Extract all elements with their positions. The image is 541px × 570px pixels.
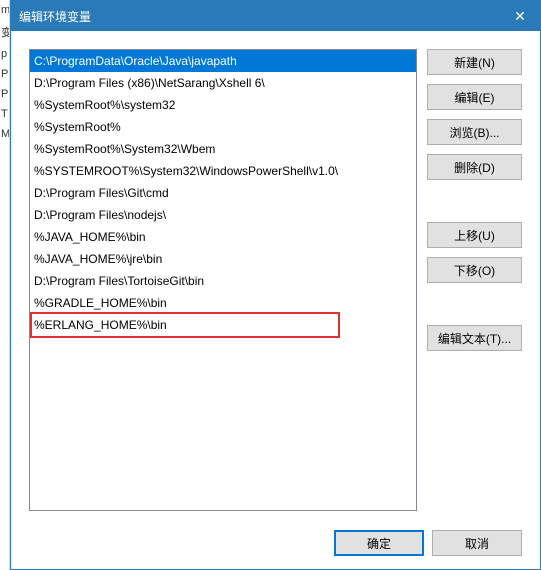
path-listbox[interactable]: C:\ProgramData\Oracle\Java\javapath D:\P… — [29, 49, 417, 511]
delete-button[interactable]: 删除(D) — [427, 154, 522, 180]
move-up-button[interactable]: 上移(U) — [427, 222, 522, 248]
list-item[interactable]: D:\Program Files\TortoiseGit\bin — [30, 270, 416, 292]
dialog-footer: 确定 取消 — [11, 529, 540, 569]
list-item[interactable]: D:\Program Files\Git\cmd — [30, 182, 416, 204]
list-item[interactable]: %ERLANG_HOME%\bin — [30, 314, 416, 336]
browse-button[interactable]: 浏览(B)... — [427, 119, 522, 145]
titlebar: 编辑环境变量 ✕ — [11, 1, 540, 31]
dialog-content: C:\ProgramData\Oracle\Java\javapath D:\P… — [11, 31, 540, 529]
close-button[interactable]: ✕ — [500, 1, 540, 31]
spacer — [427, 189, 522, 213]
list-item[interactable]: %JAVA_HOME%\bin — [30, 226, 416, 248]
list-item[interactable]: %SYSTEMROOT%\System32\WindowsPowerShell\… — [30, 160, 416, 182]
side-button-panel: 新建(N) 编辑(E) 浏览(B)... 删除(D) 上移(U) 下移(O) 编… — [427, 49, 522, 511]
list-item[interactable]: D:\Program Files\nodejs\ — [30, 204, 416, 226]
window-title: 编辑环境变量 — [19, 8, 500, 25]
ok-button[interactable]: 确定 — [334, 530, 424, 556]
edit-text-button[interactable]: 编辑文本(T)... — [427, 325, 522, 351]
list-item[interactable]: %GRADLE_HOME%\bin — [30, 292, 416, 314]
background-window-fragments: m 变 p P P T M — [0, 0, 10, 570]
edit-button[interactable]: 编辑(E) — [427, 84, 522, 110]
list-item[interactable]: D:\Program Files (x86)\NetSarang\Xshell … — [30, 72, 416, 94]
move-down-button[interactable]: 下移(O) — [427, 257, 522, 283]
close-icon: ✕ — [514, 8, 526, 25]
list-item[interactable]: C:\ProgramData\Oracle\Java\javapath — [30, 50, 416, 72]
list-item[interactable]: %SystemRoot% — [30, 116, 416, 138]
spacer — [427, 292, 522, 316]
edit-environment-variable-dialog: 编辑环境变量 ✕ C:\ProgramData\Oracle\Java\java… — [10, 0, 541, 570]
list-item[interactable]: %JAVA_HOME%\jre\bin — [30, 248, 416, 270]
new-button[interactable]: 新建(N) — [427, 49, 522, 75]
cancel-button[interactable]: 取消 — [432, 530, 522, 556]
list-item[interactable]: %SystemRoot%\System32\Wbem — [30, 138, 416, 160]
list-item[interactable]: %SystemRoot%\system32 — [30, 94, 416, 116]
